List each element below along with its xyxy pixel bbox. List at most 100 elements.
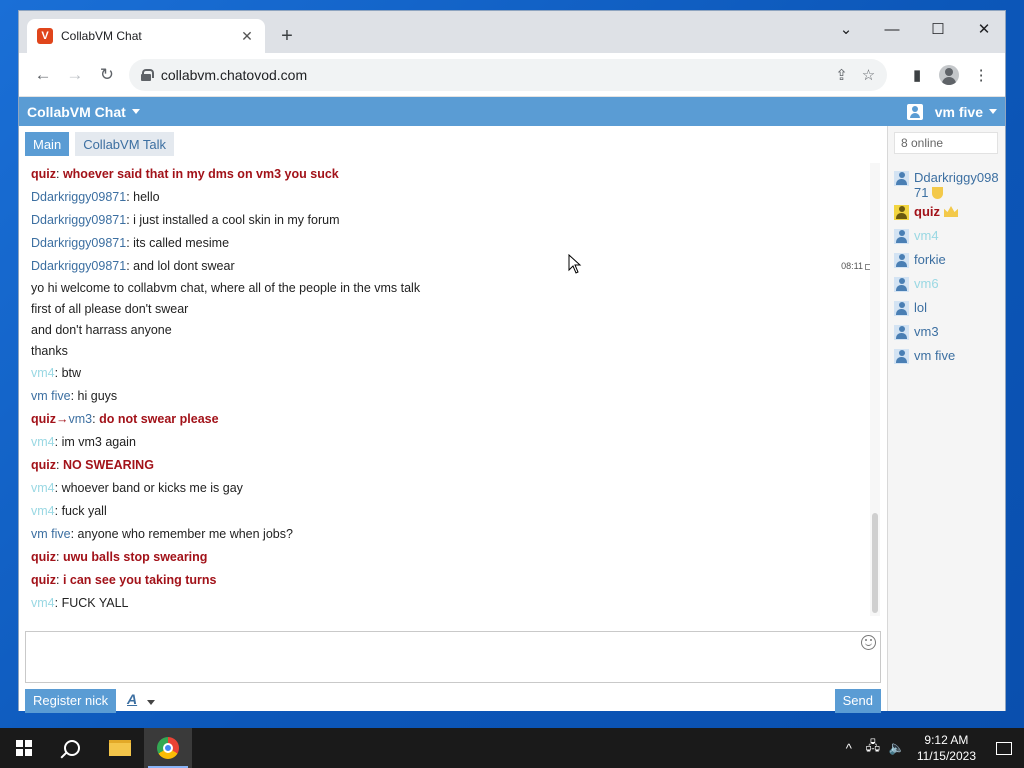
notifications-button[interactable] xyxy=(984,728,1024,768)
system-message: and don't harrass anyone xyxy=(31,320,871,341)
message-nick[interactable]: Ddarkriggy09871 xyxy=(31,259,126,273)
browser-tab[interactable]: V CollabVM Chat ✕ xyxy=(27,19,265,53)
smiley-icon[interactable] xyxy=(861,635,876,650)
reload-button[interactable]: ↻ xyxy=(91,59,123,91)
online-count: 8 online xyxy=(894,132,998,154)
bookmark-star-icon[interactable]: ☆ xyxy=(862,66,875,84)
user-list-item[interactable]: vm6 xyxy=(894,272,1004,296)
message-nick[interactable]: Ddarkriggy09871 xyxy=(31,236,126,250)
collabvm-favicon-icon: V xyxy=(37,28,53,44)
user-name[interactable]: vm five xyxy=(914,348,955,363)
font-style-button[interactable]: A xyxy=(127,691,137,707)
message-scrollbar[interactable] xyxy=(870,163,880,616)
file-explorer-button[interactable] xyxy=(96,728,144,768)
chat-message: quiz: NO SWEARING xyxy=(31,454,871,477)
nick-separator: : xyxy=(54,596,62,610)
start-button[interactable] xyxy=(0,728,48,768)
message-nick[interactable]: vm4 xyxy=(31,596,55,610)
user-icon xyxy=(894,301,909,316)
address-bar[interactable]: collabvm.chatovod.com ⇪ ☆ xyxy=(128,58,888,91)
tab-main[interactable]: Main xyxy=(25,132,70,156)
user-menu[interactable]: vm five xyxy=(906,103,997,120)
user-icon xyxy=(894,349,909,364)
tab-search-icon[interactable]: ⌄ xyxy=(823,17,869,43)
message-nick[interactable]: quiz xyxy=(31,550,56,564)
back-button[interactable]: ← xyxy=(27,59,59,91)
message-nick[interactable]: vm4 xyxy=(31,435,55,449)
user-name[interactable]: vm4 xyxy=(914,228,939,243)
message-nick[interactable]: quiz xyxy=(31,573,56,587)
message-nick[interactable]: quiz xyxy=(31,167,56,181)
chat-message: Ddarkriggy09871: its called mesime xyxy=(31,232,871,255)
profile-button[interactable] xyxy=(933,59,965,91)
message-input[interactable] xyxy=(25,631,881,683)
message-text: im vm3 again xyxy=(61,435,136,449)
nick-separator: : xyxy=(56,573,63,587)
message-text: NO SWEARING xyxy=(62,458,154,472)
user-name[interactable]: lol xyxy=(914,300,927,315)
message-nick[interactable]: Ddarkriggy09871 xyxy=(31,213,126,227)
volume-muted-icon[interactable]: 🔈 xyxy=(885,740,909,756)
timestamp-text: 08:11 xyxy=(841,261,863,271)
close-tab-icon[interactable]: ✕ xyxy=(239,28,255,45)
user-name[interactable]: Ddarkriggy09871 xyxy=(914,170,999,200)
chrome-taskbar-button[interactable] xyxy=(144,728,192,768)
message-nick[interactable]: quiz xyxy=(31,412,56,426)
scrollbar-thumb[interactable] xyxy=(872,513,878,613)
side-panel-icon[interactable]: ▮ xyxy=(901,59,933,91)
message-nick[interactable]: vm five xyxy=(31,389,71,403)
message-nick[interactable]: vm4 xyxy=(31,366,55,380)
user-name[interactable]: forkie xyxy=(914,252,946,267)
user-list-item[interactable]: vm five xyxy=(894,344,1004,368)
tab-title: CollabVM Chat xyxy=(61,29,142,43)
system-message: first of all please don't swear xyxy=(31,299,871,320)
user-name[interactable]: vm3 xyxy=(914,324,939,339)
network-icon[interactable]: 🖧 xyxy=(861,737,885,759)
private-arrow-icon: → xyxy=(56,412,69,426)
message-target-nick[interactable]: vm3 xyxy=(69,412,93,426)
send-button[interactable]: Send xyxy=(834,689,881,713)
message-text: fuck yall xyxy=(61,504,107,518)
message-nick[interactable]: vm five xyxy=(31,527,71,541)
crown-icon xyxy=(944,206,958,217)
register-nick-button[interactable]: Register nick xyxy=(25,689,117,713)
minimize-button[interactable]: — xyxy=(869,17,915,43)
message-nick[interactable]: quiz xyxy=(31,458,56,472)
share-icon[interactable]: ⇪ xyxy=(835,66,848,84)
message-nick[interactable]: Ddarkriggy09871 xyxy=(31,190,126,204)
message-text: yo hi welcome to collabvm chat, where al… xyxy=(31,281,421,295)
user-list-item[interactable]: vm3 xyxy=(894,320,1004,344)
taskbar-search-button[interactable] xyxy=(48,728,96,768)
system-tray: ^ 🖧 🔈 9:12 AM 11/15/2023 xyxy=(837,728,1024,768)
user-list-item[interactable]: lol xyxy=(894,296,1004,320)
chevron-down-icon[interactable] xyxy=(147,700,155,705)
message-text: anyone who remember me when jobs? xyxy=(77,527,293,541)
new-tab-button[interactable]: + xyxy=(275,25,299,47)
chat-message: quiz→vm3: do not swear please xyxy=(31,408,871,431)
user-name[interactable]: quiz xyxy=(914,204,940,219)
maximize-button[interactable]: ☐ xyxy=(915,17,961,43)
user-list-item[interactable]: forkie xyxy=(894,248,1004,272)
browser-menu-icon[interactable]: ⋮ xyxy=(965,59,997,91)
chevron-down-icon xyxy=(131,109,140,114)
user-list-item[interactable]: Ddarkriggy09871 xyxy=(894,166,1004,200)
user-list-item[interactable]: vm4 xyxy=(894,224,1004,248)
message-text: first of all please don't swear xyxy=(31,302,189,316)
message-text: btw xyxy=(61,366,82,380)
app-title-menu[interactable]: CollabVM Chat xyxy=(27,104,140,120)
lock-icon[interactable] xyxy=(140,68,154,81)
forward-button[interactable]: → xyxy=(59,59,91,91)
message-list: quiz: whoever said that in my dms on vm3… xyxy=(31,163,871,613)
window-close-button[interactable]: ✕ xyxy=(961,17,1007,43)
message-nick[interactable]: vm4 xyxy=(31,504,55,518)
user-name[interactable]: vm6 xyxy=(914,276,939,291)
url-text[interactable]: collabvm.chatovod.com xyxy=(161,67,821,83)
tray-chevron-icon[interactable]: ^ xyxy=(837,741,861,756)
user-icon xyxy=(894,229,909,244)
chat-message: quiz: uwu balls stop swearing xyxy=(31,546,871,569)
message-nick[interactable]: vm4 xyxy=(31,481,55,495)
clock[interactable]: 9:12 AM 11/15/2023 xyxy=(909,732,984,764)
chat-message: Ddarkriggy09871: i just installed a cool… xyxy=(31,209,871,232)
tab-collabvm-talk[interactable]: CollabVM Talk xyxy=(75,132,175,156)
user-list-item[interactable]: quiz xyxy=(894,200,1004,224)
